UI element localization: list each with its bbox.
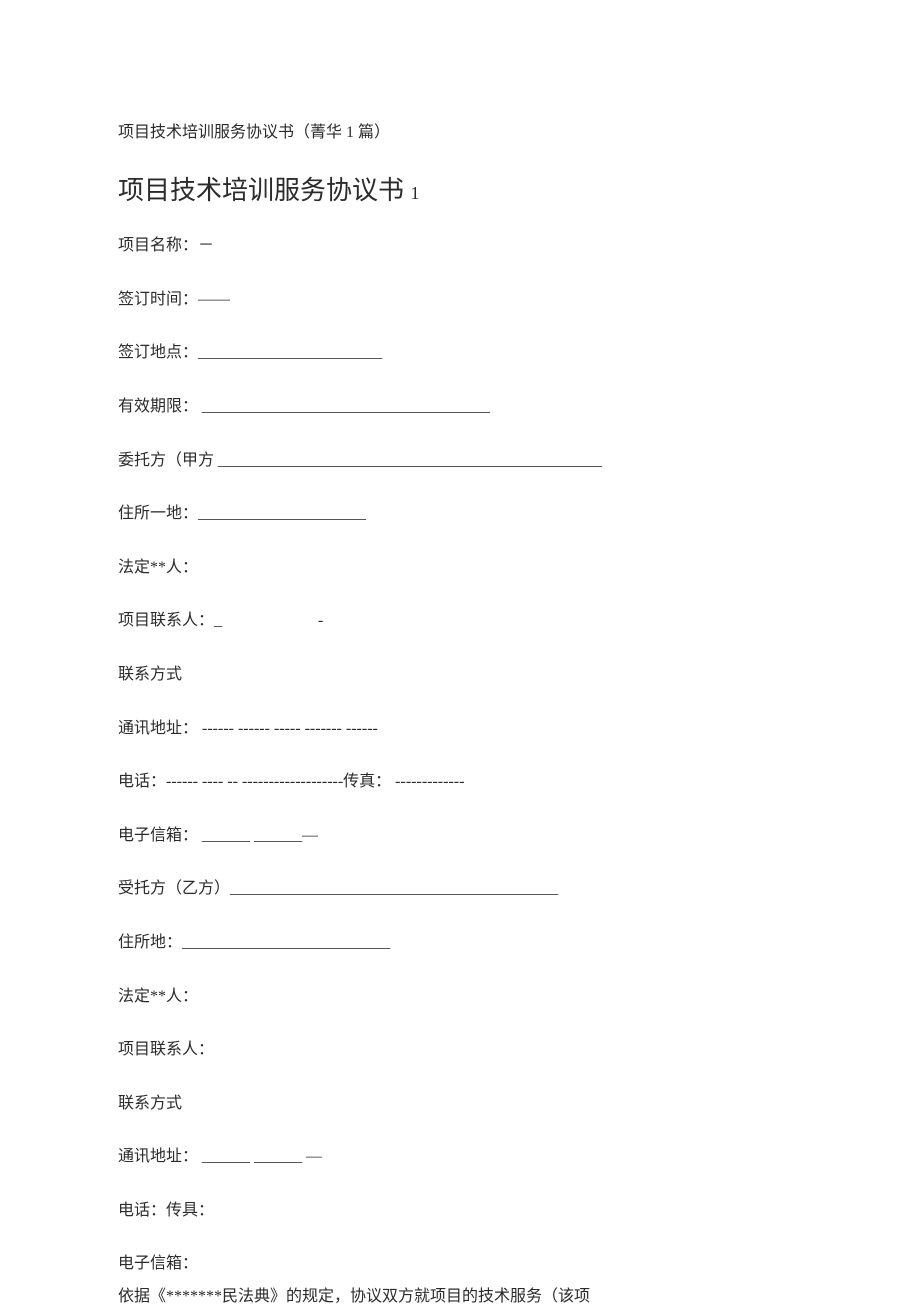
subtitle: 项目技术培训服务协议书（菁华 1 篇） [118,120,802,146]
title-text: 项目技术培训服务协议书 [118,176,411,205]
address-b-field: 通讯地址： ______ ______ — [118,1144,802,1170]
phone-b-field: 电话：传具： [118,1198,802,1224]
sign-time-field: 签订时间：—— [118,287,802,313]
legal-a-field: 法定**人： [118,555,802,581]
contact-method-a-field: 联系方式 [118,662,802,688]
title-number: 1 [411,183,420,203]
main-title: 项目技术培训服务协议书 1 [118,170,802,212]
contact-b-field: 项目联系人： [118,1037,802,1063]
phone-a-field: 电话：------ ---- -- -------------------传真：… [118,769,802,795]
residence-b-field: 住所地：__________________________ [118,930,802,956]
body-paragraph: 依据《*******民法典》的规定，协议双方就项目的技术服务（该项 [118,1283,802,1312]
sign-place-field: 签订地点：_______________________ [118,340,802,366]
contact-method-b-field: 联系方式 [118,1091,802,1117]
project-name-field: 项目名称：－ [118,233,802,259]
party-b-field: 受托方（乙方）_________________________________… [118,876,802,902]
valid-period-field: 有效期限： __________________________________… [118,394,802,420]
legal-b-field: 法定**人： [118,984,802,1010]
residence-a-field: 住所一地：_____________________ [118,501,802,527]
email-a-field: 电子信箱： ______ ______— [118,823,802,849]
address-a-field: 通讯地址： ------ ------ ----- ------- ------ [118,716,802,742]
email-b-field: 电子信箱： [118,1251,802,1277]
contact-a-field: 项目联系人：_ - [118,608,802,634]
party-a-field: 委托方（甲方 _________________________________… [118,448,802,474]
